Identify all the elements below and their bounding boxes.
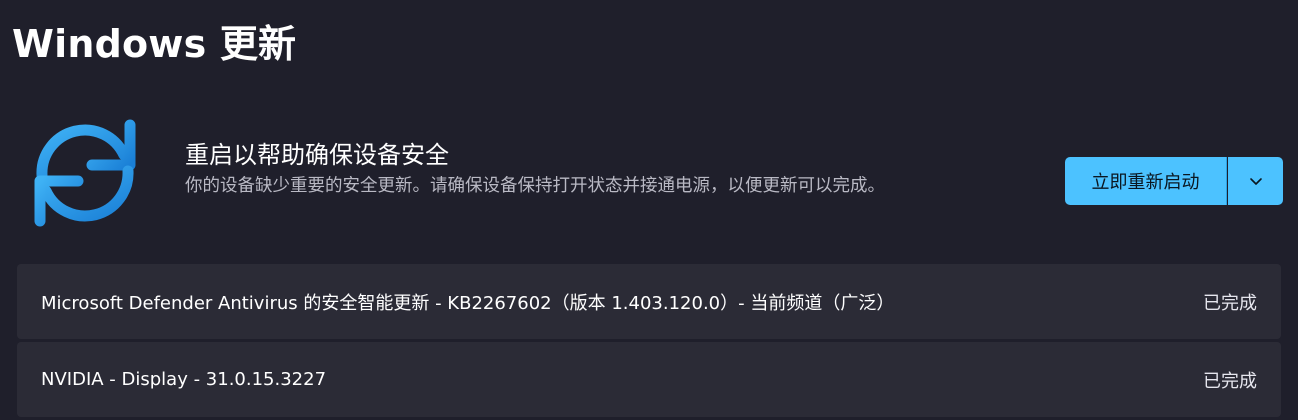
update-row: Microsoft Defender Antivirus 的安全智能更新 - K… [17, 264, 1281, 339]
update-name: NVIDIA - Display - 31.0.15.3227 [41, 369, 327, 390]
banner-description: 你的设备缺少重要的安全更新。请确保设备保持打开状态并接通电源，以便更新可以完成。 [185, 176, 885, 196]
restart-banner: 重启以帮助确保设备安全 你的设备缺少重要的安全更新。请确保设备保持打开状态并接通… [0, 105, 1298, 255]
update-row: NVIDIA - Display - 31.0.15.3227 已完成 [17, 342, 1281, 417]
update-list: Microsoft Defender Antivirus 的安全智能更新 - K… [17, 264, 1281, 420]
restart-button-group: 立即重新启动 [1065, 157, 1283, 205]
chevron-down-icon [1249, 172, 1263, 191]
restart-now-button[interactable]: 立即重新启动 [1065, 157, 1227, 205]
page-title: Windows 更新 [12, 22, 297, 66]
update-name: Microsoft Defender Antivirus 的安全智能更新 - K… [41, 292, 895, 314]
update-status: 已完成 [1203, 370, 1257, 392]
sync-icon [26, 117, 144, 227]
update-status: 已完成 [1203, 292, 1257, 314]
restart-options-dropdown-button[interactable] [1228, 157, 1283, 205]
banner-title: 重启以帮助确保设备安全 [185, 141, 449, 169]
